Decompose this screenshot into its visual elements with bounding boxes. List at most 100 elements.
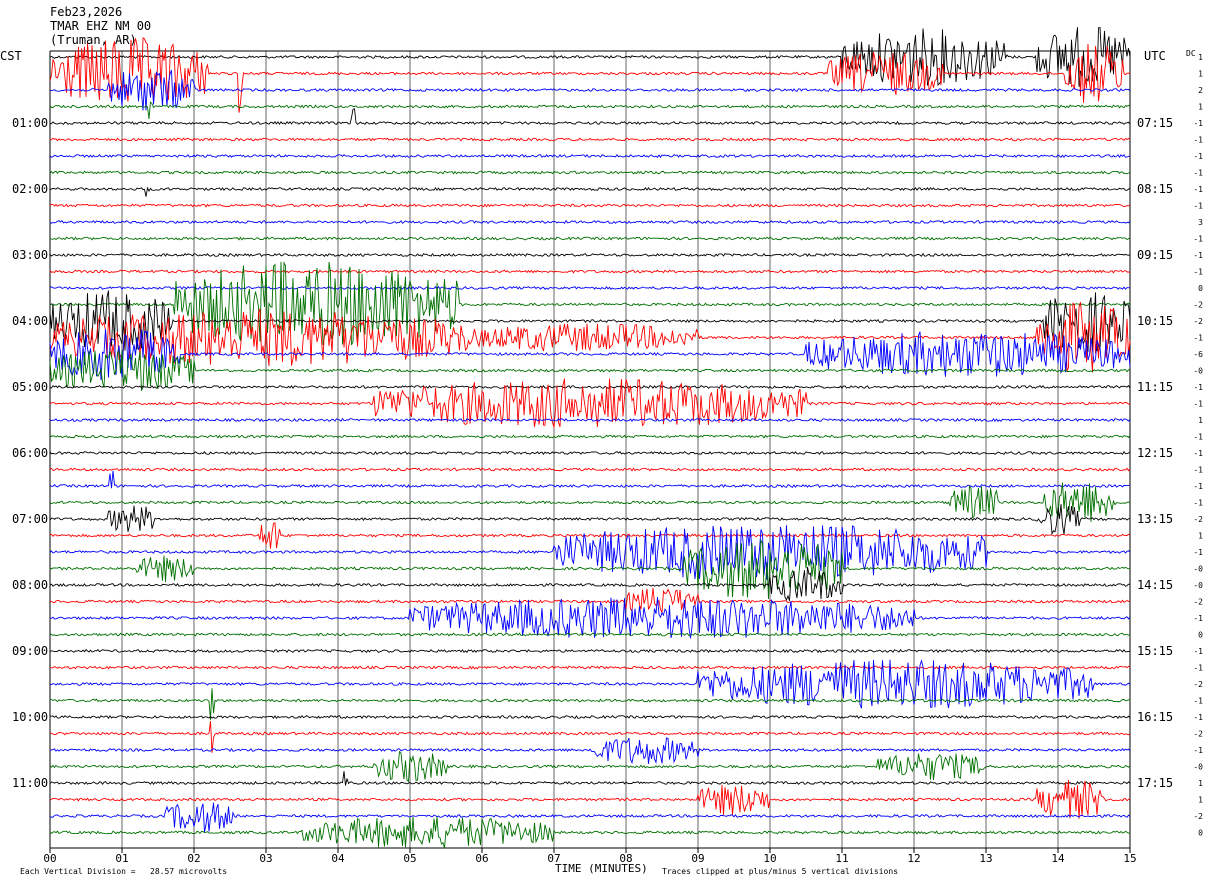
dc-offset-label: -2: [1193, 812, 1203, 821]
clip-note: Traces clipped at plus/minus 5 vertical …: [662, 867, 899, 876]
dc-offset-label: -2: [1193, 598, 1203, 607]
utc-hour-label: 13:15: [1137, 512, 1173, 526]
utc-hour-label: 11:15: [1137, 380, 1173, 394]
cst-hour-label: 08:00: [12, 578, 48, 592]
x-tick-label: 14: [1051, 852, 1065, 865]
dc-offset-label: -1: [1193, 466, 1203, 475]
x-tick-label: 12: [907, 852, 920, 865]
trace-line-14: [49, 285, 1131, 291]
dc-offset-label: -2: [1193, 317, 1203, 326]
dc-offset-label: -1: [1193, 647, 1203, 656]
dc-offset-label: -1: [1193, 482, 1203, 491]
trace-line-11: [49, 236, 1131, 241]
utc-hour-label: 08:15: [1137, 182, 1173, 196]
trace-line-5: [49, 137, 1131, 142]
cst-hour-label: 03:00: [12, 248, 48, 262]
cst-hour-label: 06:00: [12, 446, 48, 460]
dc-offset-label: -2: [1193, 301, 1203, 310]
trace-line-2: [49, 70, 1131, 111]
dc-offset-label: -0: [1193, 367, 1203, 376]
dc-offset-label: 1: [1198, 416, 1203, 425]
dc-offset-label: 1: [1198, 53, 1203, 62]
dc-offset-label: -1: [1193, 268, 1203, 277]
dc-offset-label: -1: [1193, 548, 1203, 557]
dc-offset-label: -2: [1193, 680, 1203, 689]
cst-hour-label: 11:00: [12, 776, 48, 790]
x-tick-label: 00: [43, 852, 56, 865]
trace-line-40: [49, 714, 1131, 720]
trace-line-24: [49, 450, 1131, 455]
x-tick-label: 09: [691, 852, 704, 865]
dc-offset-label: -1: [1193, 697, 1203, 706]
utc-hour-label: 10:15: [1137, 314, 1173, 328]
scale-note: Each Vertical Division = 28.57 microvolt…: [20, 867, 228, 876]
x-tick-label: 03: [259, 852, 272, 865]
utc-hour-label: 14:15: [1137, 578, 1173, 592]
dc-offset-label: 1: [1198, 796, 1203, 805]
cst-hour-label: 04:00: [12, 314, 48, 328]
trace-line-7: [49, 170, 1131, 175]
cst-hour-label: 07:00: [12, 512, 48, 526]
trace-line-25: [49, 467, 1131, 472]
utc-hour-label: 16:15: [1137, 710, 1173, 724]
cst-hour-labels: 01:00 02:00 03:00 04:00 05:00 06:00 07:00 08:00…: [12, 116, 48, 790]
cst-hour-label: 05:00: [12, 380, 48, 394]
trace-line-20: [49, 384, 1131, 390]
x-tick-label: 13: [979, 852, 992, 865]
trace-line-12: [49, 252, 1131, 258]
trace-line-43: [49, 750, 1131, 783]
x-tick-label: 10: [763, 852, 776, 865]
trace-line-41: [49, 721, 1131, 753]
trace-line-3: [49, 101, 1131, 120]
cst-hour-label: 09:00: [12, 644, 48, 658]
seismic-traces: [49, 27, 1131, 849]
trace-line-9: [49, 203, 1131, 208]
x-tick-label: 05: [403, 852, 416, 865]
x-tick-label: 01: [115, 852, 128, 865]
trace-line-35: [49, 632, 1131, 637]
utc-hour-label: 07:15: [1137, 116, 1173, 130]
trace-line-26: [49, 470, 1131, 489]
header-location: (Truman, AR): [50, 33, 137, 47]
dc-offset-label: -1: [1193, 152, 1203, 161]
dc-offset-label: -1: [1193, 433, 1203, 442]
dc-offset-label: -0: [1193, 565, 1203, 574]
trace-line-8: [49, 186, 1131, 197]
dc-offset-label: -2: [1193, 730, 1203, 739]
dc-offset-label: 1: [1198, 103, 1203, 112]
trace-line-36: [49, 648, 1131, 654]
dc-offset-label: 0: [1198, 631, 1203, 640]
cst-hour-label: 10:00: [12, 710, 48, 724]
dc-offset-label: -0: [1193, 581, 1203, 590]
dc-offset-label: -1: [1193, 746, 1203, 755]
x-tick-label: 11: [835, 852, 848, 865]
trace-line-47: [49, 816, 1131, 849]
trace-line-27: [49, 482, 1131, 522]
dc-offset-label: 0: [1198, 284, 1203, 293]
utc-hour-label: 12:15: [1137, 446, 1173, 460]
header-station: TMAR EHZ NM 00: [50, 19, 152, 33]
dc-offset-label: -1: [1193, 235, 1203, 244]
trace-line-13: [49, 269, 1131, 274]
utc-hour-label: 15:15: [1137, 644, 1173, 658]
trace-line-6: [49, 153, 1131, 159]
dc-offset-label: -1: [1193, 202, 1203, 211]
dc-offset-label: -1: [1193, 499, 1203, 508]
x-tick-label: 02: [187, 852, 200, 865]
dc-offset-label: 3: [1198, 218, 1203, 227]
left-timezone-label: CST: [0, 49, 22, 63]
utc-hour-labels: 07:15 08:15 09:15 10:15 11:15 12:15 13:15 14:15…: [1137, 116, 1173, 790]
trace-line-46: [49, 802, 1131, 833]
trace-line-33: [49, 588, 1131, 613]
trace-line-37: [49, 665, 1131, 670]
trace-line-22: [49, 417, 1131, 423]
trace-line-0: [49, 27, 1131, 87]
dc-offset-label: -1: [1193, 251, 1203, 260]
dc-offset-label: 1: [1198, 70, 1203, 79]
trace-line-31: [49, 538, 1131, 599]
dc-offset-label: 0: [1198, 829, 1203, 838]
dc-offset-label: 1: [1198, 532, 1203, 541]
dc-offset-label: -1: [1193, 185, 1203, 194]
dc-offset-label: -1: [1193, 713, 1203, 722]
right-timezone-label: UTC: [1144, 49, 1166, 63]
